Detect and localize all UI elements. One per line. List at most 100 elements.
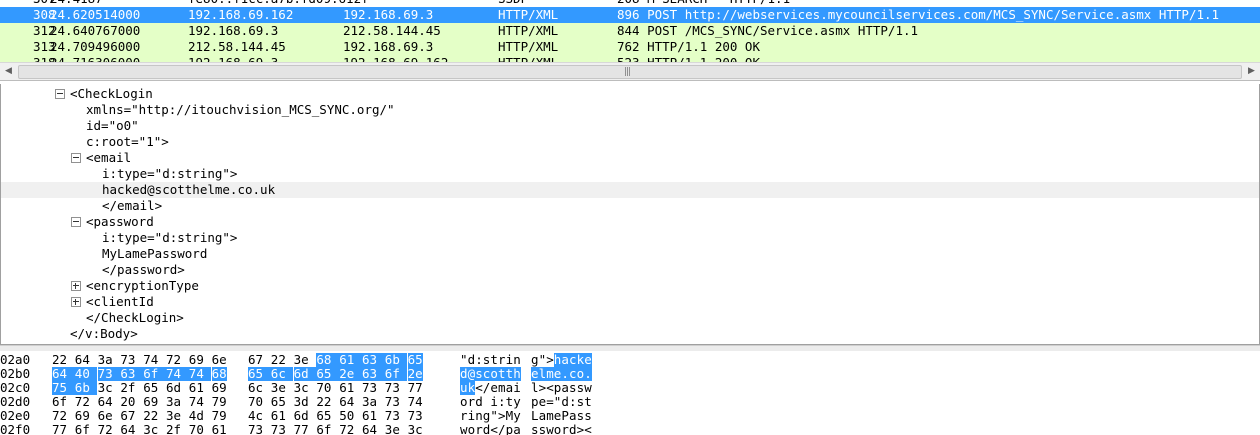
tree-node[interactable]: </password> (1, 262, 1259, 278)
packet-source: fe80::f1cc:a7b:fd09:612f (188, 0, 369, 7)
tree-node[interactable]: hacked@scotthelme.co.uk (1, 182, 1259, 198)
ascii-char: p (505, 422, 514, 435)
ascii-char: < (546, 380, 554, 395)
tree-node[interactable]: c:root="1"> (1, 134, 1259, 150)
hex-byte: 72 (166, 352, 189, 367)
hex-byte: 69 (188, 352, 212, 367)
collapse-minus-icon[interactable] (71, 153, 81, 163)
tree-node-text: id="o0" (86, 118, 139, 133)
packet-info: 523 HTTP/1.1 200 OK (617, 55, 760, 62)
ascii-char: r (475, 422, 483, 435)
ascii-char: u (460, 380, 468, 395)
ascii-char: i (490, 394, 498, 409)
hex-byte: 74 (166, 366, 189, 381)
hex-dump-pane: 02a0 22 64 3a 73 74 72 69 6e 67 22 3e 68 6… (0, 351, 1260, 435)
ascii-char: a (569, 408, 577, 423)
ascii-char: s (538, 422, 547, 435)
hex-byte: 2f (120, 380, 143, 395)
tree-node[interactable]: <CheckLogin (1, 86, 1259, 102)
hex-byte: 70 (188, 422, 212, 435)
hex-byte: 64 (362, 422, 385, 435)
tree-node[interactable]: xmlns="http://itouchvision_MCS_SYNC.org/… (1, 102, 1259, 118)
ascii-char: m (546, 408, 554, 423)
scroll-left-arrow-icon[interactable]: ◀ (0, 63, 17, 80)
packet-time: 24.716306000 (50, 55, 140, 62)
packet-info: 762 HTTP/1.1 200 OK (617, 39, 760, 54)
packet-row[interactable]: 31824.716306000192.168.69.3192.168.69.16… (0, 55, 1260, 62)
ascii-char: h (513, 366, 521, 381)
ascii-char: a (513, 422, 521, 435)
tree-node[interactable]: id="o0" (1, 118, 1259, 134)
ascii-char: a (505, 380, 514, 395)
tree-node[interactable]: <clientId (1, 294, 1259, 310)
expand-plus-icon[interactable] (71, 281, 81, 291)
hex-byte: 73 (384, 394, 408, 409)
scrollbar-thumb[interactable]: ||| (18, 65, 1242, 79)
collapse-minus-icon[interactable] (55, 89, 65, 99)
tree-node-text: </v:Body> (70, 326, 138, 341)
hex-byte: 6f (52, 394, 75, 409)
hex-byte: 22 (143, 408, 166, 423)
ascii-char: c (569, 352, 577, 367)
hex-byte: 67 (120, 408, 143, 423)
hex-byte: 73 (97, 366, 121, 381)
ascii-char: o (553, 422, 562, 435)
hex-byte: 6f (316, 422, 339, 435)
ascii-char: y (513, 394, 521, 409)
hex-byte: 3e (384, 422, 408, 435)
hex-byte: 65 (316, 408, 339, 423)
hex-byte: 22 (270, 352, 294, 367)
packet-row[interactable]: 30724.4187fe80::f1cc:a7b:fd09:612fSSDP20… (0, 0, 1260, 7)
packet-row[interactable]: 308 24.620514000 192.168.69.162 192.168.69.… (0, 7, 1260, 23)
collapse-minus-icon[interactable] (71, 217, 81, 227)
tree-node[interactable]: i:type="d:string"> (1, 166, 1259, 182)
ascii-char: o (490, 366, 498, 381)
ascii-char: d (467, 352, 476, 367)
tree-node[interactable]: </v:Body> (1, 326, 1259, 342)
hex-offset: 02d0 (0, 394, 31, 409)
tree-node-text: MyLamePassword (102, 246, 208, 261)
ascii-char: n (513, 352, 521, 367)
ascii-char: d (475, 394, 483, 409)
ascii-char: L (531, 408, 539, 423)
tree-node-text: <CheckLogin (70, 86, 153, 101)
hex-byte: 74 (143, 352, 166, 367)
ascii-char: n (475, 408, 483, 423)
tree-node[interactable]: MyLamePassword (1, 246, 1259, 262)
packet-info: 208 M-SEARCH * HTTP/1.1 (617, 0, 790, 7)
hex-byte: 6f (74, 422, 98, 435)
hex-byte: 61 (362, 408, 385, 423)
horizontal-scrollbar[interactable]: ◀ ||| ▶ (0, 62, 1260, 81)
ascii-char: t (505, 366, 514, 381)
tree-node[interactable]: </CheckLogin> (1, 310, 1259, 326)
hex-byte: 3e (293, 352, 317, 367)
ascii-char: e (490, 380, 498, 395)
ascii-char: c (482, 366, 491, 381)
hex-byte: 64 (339, 394, 362, 409)
tree-node[interactable]: <email (1, 150, 1259, 166)
hex-byte: 70 (316, 380, 339, 395)
packet-row[interactable]: 313 24.709496000 212.58.144.45 192.168.69.3… (0, 39, 1260, 55)
hex-byte: 65 (270, 394, 294, 409)
ascii-char: i (513, 380, 521, 395)
hex-offset: 02e0 (0, 408, 31, 423)
packet-destination: 192.168.69.3 (343, 39, 434, 54)
hex-byte: 64 (120, 422, 143, 435)
ascii-char: < (584, 422, 592, 435)
tree-node[interactable]: <password (1, 214, 1259, 230)
ascii-char: r (460, 408, 468, 423)
ascii-char: s (576, 408, 585, 423)
hex-byte: 3a (362, 394, 385, 409)
hex-byte: 65 (407, 352, 423, 367)
ascii-char: P (561, 408, 569, 423)
hex-byte: 74 (188, 366, 212, 381)
tree-node[interactable]: i:type="d:string"> (1, 230, 1259, 246)
ascii-char: p (531, 394, 539, 409)
ascii-char (483, 395, 491, 409)
tree-node[interactable]: <encryptionType (1, 278, 1259, 294)
packet-row[interactable]: 312 24.640767000 192.168.69.3 212.58.144.45… (0, 23, 1260, 39)
tree-node[interactable]: </email> (1, 198, 1259, 214)
scroll-right-arrow-icon[interactable]: ▶ (1243, 63, 1260, 80)
ascii-char: s (569, 380, 577, 395)
expand-plus-icon[interactable] (71, 297, 81, 307)
